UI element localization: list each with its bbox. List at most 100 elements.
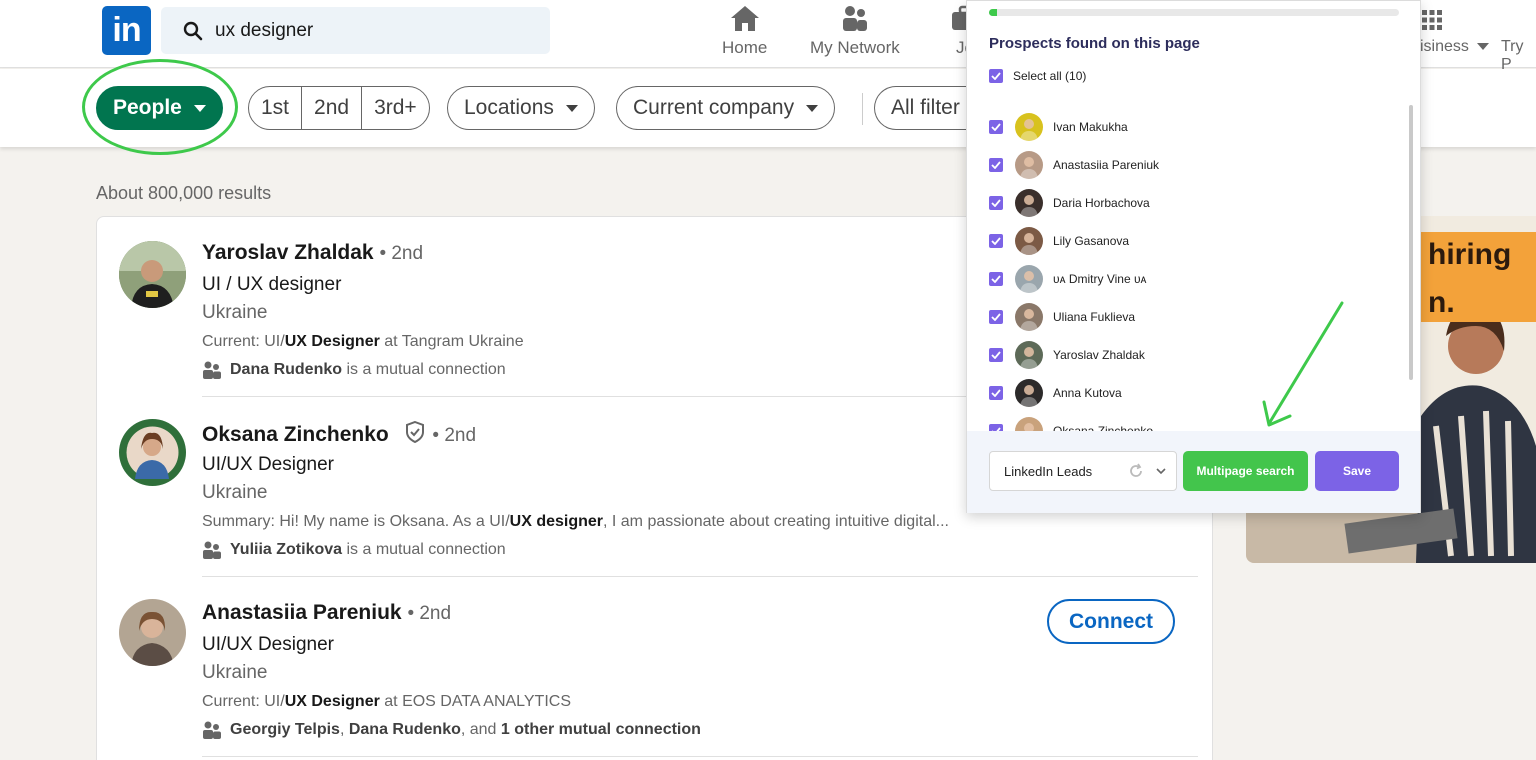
mutual-connection-name: Georgiy Telpis bbox=[230, 721, 340, 738]
connection-degree: • 2nd bbox=[379, 243, 424, 264]
result-name[interactable]: Oksana Zinchenko • 2nd bbox=[202, 420, 477, 447]
summary-highlight: UX Designer bbox=[284, 333, 380, 350]
mutual-separator: , bbox=[339, 721, 349, 738]
degree-3rd-button[interactable]: 3rd+ bbox=[362, 87, 429, 129]
prospect-name: Oksana Zinchenko bbox=[1053, 424, 1154, 431]
highlight-circle bbox=[82, 59, 238, 155]
progress-bar-fill bbox=[989, 9, 998, 16]
avatar bbox=[1015, 417, 1043, 431]
prospect-item[interactable]: Anastasiia Pareniuk bbox=[989, 151, 1159, 179]
chevron-down-icon bbox=[1156, 468, 1166, 475]
prospect-name: Anna Kutova bbox=[1053, 386, 1122, 400]
select-all-checkbox[interactable]: Select all (10) bbox=[989, 69, 1086, 83]
avatar bbox=[1015, 113, 1043, 141]
summary-prefix: Current: UI/ bbox=[202, 333, 285, 350]
avatar bbox=[1015, 151, 1043, 179]
mutual-connections[interactable]: Yuliia Zotikova is a mutual connection bbox=[202, 541, 506, 559]
result-name-text: Anastasiia Pareniuk bbox=[202, 601, 402, 624]
multipage-search-button[interactable]: Multipage search bbox=[1183, 451, 1308, 491]
mutual-connections[interactable]: Georgiy Telpis, Dana Rudenko, and 1 othe… bbox=[202, 721, 701, 739]
search-query: ux designer bbox=[215, 19, 314, 41]
mutual-connections-icon bbox=[203, 541, 221, 559]
prospect-name: Uliana Fuklieva bbox=[1053, 310, 1136, 324]
prospect-item[interactable]: ᴜᴀ Dmitry Vine ᴜᴀ bbox=[989, 265, 1147, 293]
nav-business[interactable]: isiness bbox=[1420, 38, 1490, 56]
checkbox-checked-icon[interactable] bbox=[989, 234, 1003, 248]
prospect-name: Lily Gasanova bbox=[1053, 234, 1130, 248]
prospect-item[interactable]: Oksana Zinchenko bbox=[989, 417, 1153, 431]
mutual-connections[interactable]: Dana Rudenko is a mutual connection bbox=[202, 361, 506, 379]
prospect-item[interactable]: Lily Gasanova bbox=[989, 227, 1129, 255]
prospects-extension-panel: Prospects found on this page Select all … bbox=[966, 0, 1421, 513]
prospect-item[interactable]: Anna Kutova bbox=[989, 379, 1122, 407]
checkbox-checked-icon[interactable] bbox=[989, 348, 1003, 362]
result-location: Ukraine bbox=[202, 302, 268, 323]
caret-down-icon bbox=[1477, 43, 1490, 51]
connection-degree: • 2nd bbox=[407, 603, 452, 624]
connect-button[interactable]: Connect bbox=[1047, 599, 1175, 644]
search-icon bbox=[183, 21, 203, 40]
checkbox-checked-icon[interactable] bbox=[989, 120, 1003, 134]
panel-title: Prospects found on this page bbox=[989, 35, 1200, 52]
ad-headline-line2: n. bbox=[1428, 286, 1455, 319]
checkbox-checked-icon[interactable] bbox=[989, 158, 1003, 172]
result-summary: Current: UI/UX Designer at EOS DATA ANAL… bbox=[202, 693, 571, 711]
summary-suffix: at Tangram Ukraine bbox=[379, 333, 524, 350]
result-name-text: Yaroslav Zhaldak bbox=[202, 241, 374, 264]
list-source-value: LinkedIn Leads bbox=[1004, 463, 1093, 479]
list-source-select[interactable]: LinkedIn Leads bbox=[989, 451, 1177, 491]
avatar[interactable] bbox=[119, 419, 186, 486]
checkbox-checked-icon[interactable] bbox=[989, 310, 1003, 324]
summary-highlight: UX designer bbox=[509, 513, 603, 530]
prospect-name: ᴜᴀ Dmitry Vine ᴜᴀ bbox=[1053, 272, 1147, 286]
prospect-list-scrollbar[interactable] bbox=[1409, 105, 1413, 380]
checkbox-checked-icon[interactable] bbox=[989, 272, 1003, 286]
result-name[interactable]: Yaroslav Zhaldak • 2nd bbox=[202, 241, 423, 265]
home-icon bbox=[730, 6, 759, 31]
checkbox-checked-icon[interactable] bbox=[989, 196, 1003, 210]
locations-filter-label: Locations bbox=[464, 96, 554, 119]
degree-1st-button[interactable]: 1st bbox=[249, 87, 303, 129]
summary-prefix: Current: UI/ bbox=[202, 693, 285, 710]
avatar bbox=[1015, 265, 1043, 293]
locations-filter-button[interactable]: Locations bbox=[447, 86, 595, 130]
linkedin-logo[interactable]: in bbox=[102, 6, 151, 55]
result-headline: UI/UX Designer bbox=[202, 634, 334, 655]
current-company-filter-label: Current company bbox=[633, 96, 795, 119]
prospect-name: Yaroslav Zhaldak bbox=[1053, 348, 1145, 362]
prospect-item[interactable]: Uliana Fuklieva bbox=[989, 303, 1135, 331]
prospect-name: Ivan Makukha bbox=[1053, 120, 1128, 134]
connection-degree: • 2nd bbox=[432, 425, 477, 446]
progress-bar bbox=[989, 9, 1399, 16]
grid-icon[interactable] bbox=[1420, 8, 1444, 32]
refresh-icon[interactable] bbox=[1128, 463, 1144, 479]
degree-2nd-button[interactable]: 2nd bbox=[302, 87, 363, 129]
results-count: About 800,000 results bbox=[96, 183, 272, 203]
current-company-filter-button[interactable]: Current company bbox=[616, 86, 836, 130]
checkbox-checked-icon[interactable] bbox=[989, 386, 1003, 400]
avatar[interactable] bbox=[119, 241, 186, 308]
mutual-connection-text: is a mutual connection bbox=[342, 361, 506, 378]
list-item: Anastasiia Pareniuk • 2nd Connect UI/UX … bbox=[97, 577, 1214, 757]
save-button[interactable]: Save bbox=[1315, 451, 1399, 491]
people-icon bbox=[842, 6, 867, 31]
mutual-connection-others: 1 other mutual connection bbox=[500, 721, 701, 738]
nav-my-network[interactable]: My Network bbox=[810, 4, 900, 58]
avatar[interactable] bbox=[119, 599, 186, 666]
search-input[interactable]: ux designer bbox=[161, 7, 550, 54]
result-name[interactable]: Anastasiia Pareniuk • 2nd bbox=[202, 601, 451, 625]
nav-home[interactable]: Home bbox=[722, 4, 767, 58]
avatar bbox=[1015, 189, 1043, 217]
summary-suffix: at EOS DATA ANALYTICS bbox=[379, 693, 571, 710]
prospect-item[interactable]: Daria Horbachova bbox=[989, 189, 1150, 217]
result-location: Ukraine bbox=[202, 662, 268, 683]
prospect-item[interactable]: Ivan Makukha bbox=[989, 113, 1128, 141]
mutual-connection-name: Dana Rudenko bbox=[230, 361, 343, 378]
summary-suffix: , I am passionate about creating intuiti… bbox=[603, 513, 949, 530]
summary-prefix: Summary: Hi! My name is Oksana. As a UI/ bbox=[202, 513, 510, 530]
checkbox-checked-icon[interactable] bbox=[989, 424, 1003, 431]
all-filters-label: All filter bbox=[891, 96, 960, 119]
mutual-connections-icon bbox=[203, 721, 221, 739]
prospect-item[interactable]: Yaroslav Zhaldak bbox=[989, 341, 1145, 369]
result-summary: Current: UI/UX Designer at Tangram Ukrai… bbox=[202, 333, 524, 351]
